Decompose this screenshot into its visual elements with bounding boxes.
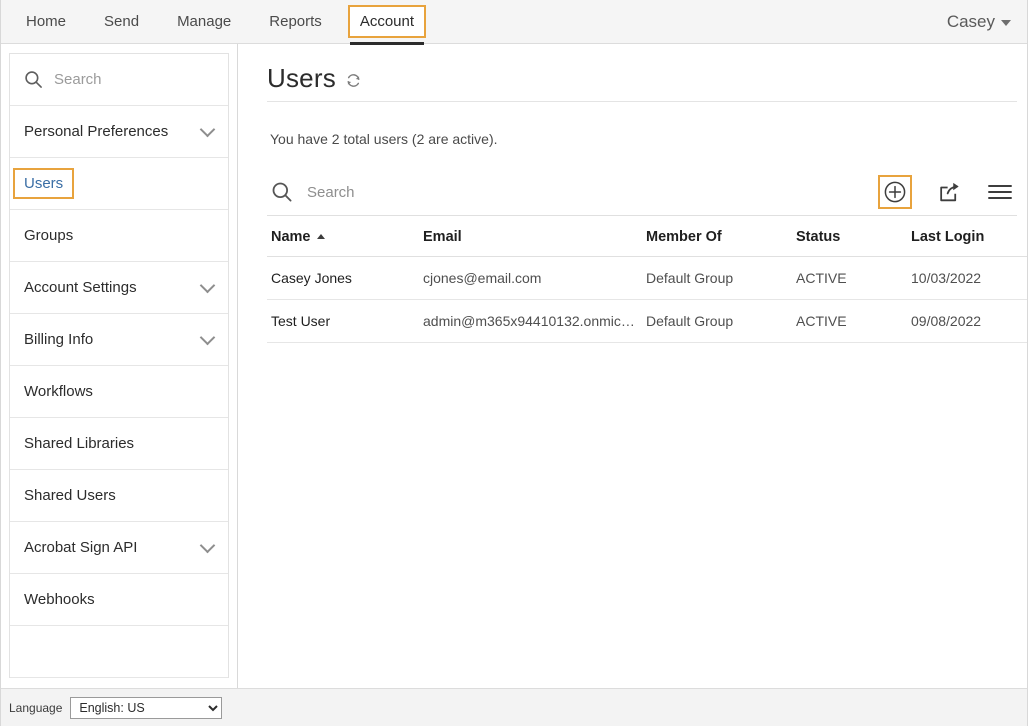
sidebar: Search Personal Preferences Users Groups… xyxy=(1,44,238,688)
column-header-email[interactable]: Email xyxy=(419,216,642,257)
cell-email: admin@m365x94410132.onmicro... xyxy=(419,299,642,343)
application-window: Home Send Manage Reports Account Casey S… xyxy=(0,0,1028,726)
sidebar-item-label: Workflows xyxy=(24,383,93,400)
column-header-member-of[interactable]: Member Of xyxy=(642,216,792,257)
users-summary-text: You have 2 total users (2 are active). xyxy=(270,131,498,147)
top-nav-items: Home Send Manage Reports Account xyxy=(7,0,433,45)
sidebar-item-label: Billing Info xyxy=(24,331,94,348)
search-input-placeholder: Search xyxy=(307,183,355,201)
nav-item-account[interactable]: Account xyxy=(347,5,427,45)
search-input[interactable]: Search xyxy=(267,181,355,203)
table-toolbar: Search xyxy=(267,169,1017,216)
sidebar-panel: Search Personal Preferences Users Groups… xyxy=(9,53,229,678)
plus-circle-icon xyxy=(883,180,907,204)
cell-last-login: 09/08/2022 xyxy=(907,299,1027,343)
chevron-down-icon xyxy=(199,329,216,345)
cell-status: ACTIVE xyxy=(792,299,907,343)
footer-bar: Language English: US xyxy=(1,688,1027,726)
sidebar-item-acrobat-sign-api[interactable]: Acrobat Sign API xyxy=(10,522,228,574)
sidebar-search[interactable]: Search xyxy=(10,54,228,106)
body-container: Search Personal Preferences Users Groups… xyxy=(1,44,1027,688)
table-header-row: Name Email Member Of Status Last Login xyxy=(267,216,1027,257)
sidebar-item-shared-libraries[interactable]: Shared Libraries xyxy=(10,418,228,470)
nav-item-manage[interactable]: Manage xyxy=(165,5,243,38)
sidebar-item-label: Users xyxy=(13,168,75,199)
toolbar-icon-group xyxy=(878,175,1014,209)
sidebar-item-label: Shared Users xyxy=(24,487,116,504)
sidebar-search-placeholder: Search xyxy=(54,71,102,88)
cell-email: cjones@email.com xyxy=(419,256,642,300)
search-icon xyxy=(24,70,43,89)
column-header-last-login[interactable]: Last Login xyxy=(907,216,1027,257)
column-header-status[interactable]: Status xyxy=(792,216,907,257)
nav-item-home[interactable]: Home xyxy=(14,5,78,38)
user-menu-label: Casey xyxy=(946,11,995,31)
nav-item-reports[interactable]: Reports xyxy=(257,5,334,38)
page-title: Users xyxy=(267,62,336,93)
cell-name: Casey Jones xyxy=(267,256,419,300)
column-header-name[interactable]: Name xyxy=(267,216,419,257)
sidebar-item-label: Groups xyxy=(24,227,74,244)
users-table-head: Name Email Member Of Status Last Login xyxy=(267,216,1027,257)
hamburger-menu-icon xyxy=(987,182,1013,202)
add-user-button[interactable] xyxy=(878,175,912,209)
cell-last-login: 10/03/2022 xyxy=(907,256,1027,300)
cell-status: ACTIVE xyxy=(792,256,907,300)
chevron-down-icon xyxy=(199,537,216,553)
sidebar-item-empty xyxy=(10,626,228,678)
search-icon xyxy=(271,181,293,203)
language-label: Language xyxy=(9,700,63,715)
cell-member-of: Default Group xyxy=(642,299,792,343)
sidebar-item-workflows[interactable]: Workflows xyxy=(10,366,228,418)
users-table: Name Email Member Of Status Last Login C… xyxy=(267,216,1027,343)
cell-member-of: Default Group xyxy=(642,256,792,300)
user-menu[interactable]: Casey xyxy=(945,10,1013,34)
chevron-down-icon xyxy=(199,121,216,137)
sort-ascending-icon xyxy=(316,234,325,239)
export-button[interactable] xyxy=(935,178,963,206)
refresh-icon[interactable] xyxy=(345,72,362,89)
language-select[interactable]: English: US xyxy=(70,696,223,719)
sidebar-item-users[interactable]: Users xyxy=(10,158,228,210)
sidebar-item-label: Acrobat Sign API xyxy=(24,539,138,556)
nav-item-send[interactable]: Send xyxy=(92,5,151,38)
menu-button[interactable] xyxy=(986,178,1014,206)
sidebar-item-label: Shared Libraries xyxy=(24,435,135,452)
main-content: Users You have 2 total users (2 are acti… xyxy=(238,44,1027,688)
column-header-label: Name xyxy=(271,229,311,245)
sidebar-item-billing-info[interactable]: Billing Info xyxy=(10,314,228,366)
table-row[interactable]: Test User admin@m365x94410132.onmicro...… xyxy=(267,299,1027,343)
users-table-body: Casey Jones cjones@email.com Default Gro… xyxy=(267,256,1027,343)
export-icon xyxy=(937,180,962,205)
sidebar-item-label: Account Settings xyxy=(24,279,137,296)
top-navigation-bar: Home Send Manage Reports Account Casey xyxy=(1,0,1027,45)
sidebar-item-personal-preferences[interactable]: Personal Preferences xyxy=(10,106,228,158)
sidebar-item-label: Webhooks xyxy=(24,591,95,608)
sidebar-item-label: Personal Preferences xyxy=(24,123,169,140)
table-row[interactable]: Casey Jones cjones@email.com Default Gro… xyxy=(267,256,1027,300)
sidebar-item-webhooks[interactable]: Webhooks xyxy=(10,574,228,626)
sidebar-item-groups[interactable]: Groups xyxy=(10,210,228,262)
cell-name: Test User xyxy=(267,299,419,343)
chevron-down-icon xyxy=(1001,20,1011,26)
sidebar-item-shared-users[interactable]: Shared Users xyxy=(10,470,228,522)
page-header: Users xyxy=(267,55,1017,102)
sidebar-item-account-settings[interactable]: Account Settings xyxy=(10,262,228,314)
chevron-down-icon xyxy=(199,277,216,293)
